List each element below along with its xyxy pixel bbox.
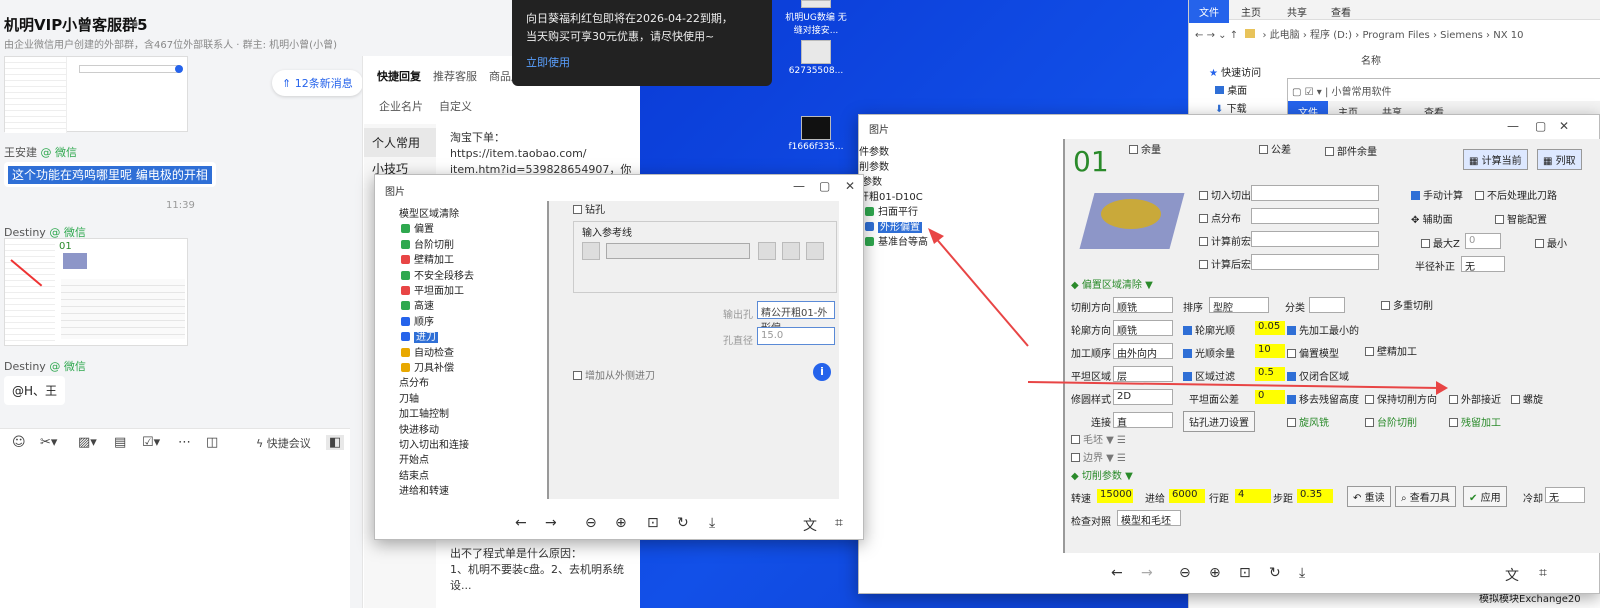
annotation-arrows (928, 228, 1448, 395)
arrow-line (1027, 381, 1441, 389)
arrow-head (928, 228, 944, 244)
arrow-head (1436, 381, 1448, 395)
arrow-line (933, 235, 1029, 347)
